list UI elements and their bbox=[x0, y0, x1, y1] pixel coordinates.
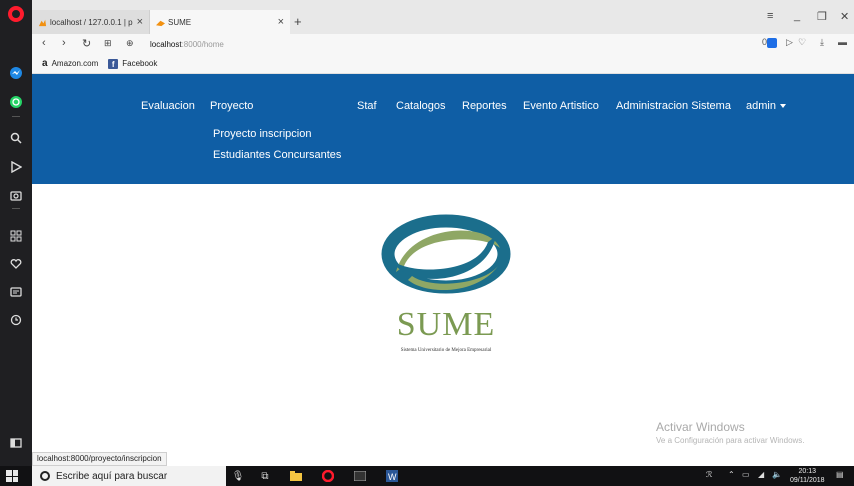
status-url: localhost:8000/proyecto/inscripcion bbox=[32, 452, 167, 466]
reload-icon[interactable]: ↻ bbox=[82, 37, 91, 50]
main-content: SUME Sistema Universitario de Mejora Emp… bbox=[32, 184, 854, 450]
network-icon[interactable]: ◢ bbox=[758, 470, 764, 479]
dropdown-proyecto-inscripcion[interactable]: Proyecto inscripcion bbox=[213, 128, 311, 140]
tab-label: SUME bbox=[168, 17, 192, 27]
vpn-badge[interactable]: 0 bbox=[762, 37, 778, 48]
activate-windows-title: Activar Windows bbox=[656, 420, 745, 434]
task-view-icon[interactable]: ⧉ bbox=[258, 470, 272, 482]
messenger-icon[interactable] bbox=[6, 63, 26, 83]
forward-icon[interactable]: › bbox=[62, 37, 66, 49]
tab-phpmyadmin[interactable]: localhost / 127.0.0.1 | php × bbox=[32, 10, 150, 34]
opera-logo-icon[interactable] bbox=[6, 4, 26, 24]
nav-evento-artistico[interactable]: Evento Artistico bbox=[523, 100, 599, 112]
search-placeholder: Escribe aquí para buscar bbox=[56, 470, 168, 482]
url-field[interactable]: localhost:8000/home bbox=[150, 36, 780, 52]
bookmark-amazon[interactable]: a Amazon.com bbox=[42, 58, 98, 69]
nav-user-menu[interactable]: admin bbox=[746, 100, 786, 112]
send-icon[interactable]: ▷ bbox=[786, 37, 793, 48]
windows-taskbar: Escribe aquí para buscar 🎙 ⧉ W ℛ ⌃ ▭ ◢ 🔈… bbox=[0, 466, 854, 486]
snapshot-icon[interactable] bbox=[6, 185, 26, 205]
activate-windows-subtitle: Ve a Configuración para activar Windows. bbox=[656, 436, 805, 445]
close-window-icon[interactable]: ✕ bbox=[840, 10, 849, 23]
whatsapp-icon[interactable] bbox=[6, 92, 26, 112]
download-icon[interactable]: ⤓ bbox=[820, 37, 824, 48]
logo-subtitle: Sistema Universitario de Mejora Empresar… bbox=[400, 348, 492, 353]
vpn-icon bbox=[767, 37, 778, 48]
nav-catalogos[interactable]: Catalogos bbox=[396, 100, 446, 112]
taskbar-clock[interactable]: 20:13 09/11/2018 bbox=[790, 467, 825, 485]
url-host: localhost bbox=[150, 39, 182, 49]
nav-reportes[interactable]: Reportes bbox=[462, 100, 507, 112]
speed-dial-icon[interactable] bbox=[6, 226, 26, 246]
new-tab-icon[interactable]: + bbox=[294, 14, 302, 29]
clock-time: 20:13 bbox=[798, 468, 817, 475]
restore-icon[interactable]: ❐ bbox=[817, 10, 827, 23]
heart-icon[interactable] bbox=[6, 254, 26, 274]
nav-evaluacion[interactable]: Evaluacion bbox=[141, 100, 195, 112]
terminal-icon[interactable] bbox=[354, 470, 366, 482]
tray-chevron-icon[interactable]: ⌃ bbox=[728, 470, 735, 479]
opera-taskbar-icon[interactable] bbox=[322, 470, 334, 482]
bookmark-heart-icon[interactable]: ♡ bbox=[798, 37, 806, 48]
battery-icon[interactable]: ▬ bbox=[838, 37, 847, 47]
phpmyadmin-icon bbox=[38, 19, 47, 26]
sume-favicon bbox=[156, 20, 165, 26]
back-icon[interactable]: ‹ bbox=[42, 37, 46, 49]
tab-menu-icon[interactable]: ≡ bbox=[767, 10, 773, 22]
address-bar: ‹ › ↻ ⊞ ⊕ localhost:8000/home 0 ▷ ♡ ⤓ ▬ bbox=[32, 34, 854, 54]
microphone-icon[interactable]: 🎙 bbox=[232, 470, 245, 482]
cortana-icon bbox=[40, 471, 50, 481]
dropdown-estudiantes-concursantes[interactable]: Estudiantes Concursantes bbox=[213, 149, 341, 161]
svg-text:W: W bbox=[388, 472, 397, 482]
nav-proyecto[interactable]: Proyecto bbox=[210, 100, 253, 112]
history-icon[interactable] bbox=[6, 310, 26, 330]
facebook-icon: f bbox=[108, 58, 119, 69]
speed-dial-button-icon[interactable]: ⊞ bbox=[104, 38, 112, 49]
close-icon[interactable]: × bbox=[278, 16, 284, 28]
user-name: admin bbox=[746, 100, 776, 112]
sume-logo-mark bbox=[381, 214, 511, 294]
word-icon[interactable]: W bbox=[386, 470, 398, 482]
close-icon[interactable]: × bbox=[137, 16, 143, 28]
tab-sume[interactable]: SUME × bbox=[150, 10, 290, 34]
minimize-icon[interactable]: _ bbox=[794, 10, 800, 22]
tab-label: localhost / 127.0.0.1 | php bbox=[50, 17, 133, 27]
people-icon[interactable]: ℛ bbox=[706, 470, 712, 479]
taskbar-search[interactable]: Escribe aquí para buscar bbox=[32, 466, 226, 486]
sume-logo: SUME Sistema Universitario de Mejora Emp… bbox=[368, 214, 524, 372]
windows-start-icon[interactable] bbox=[6, 470, 18, 482]
notifications-icon[interactable]: ▤ bbox=[836, 470, 844, 479]
search-icon[interactable] bbox=[6, 128, 26, 148]
news-icon[interactable] bbox=[6, 282, 26, 302]
opera-sidebar bbox=[0, 0, 32, 466]
nav-staf[interactable]: Staf bbox=[357, 100, 377, 112]
volume-icon[interactable]: 🔈 bbox=[772, 470, 782, 479]
logo-wordmark: SUME bbox=[396, 306, 496, 343]
bookmark-label: Amazon.com bbox=[51, 59, 99, 68]
clock-date: 09/11/2018 bbox=[790, 477, 825, 484]
url-path: :8000/home bbox=[181, 39, 224, 49]
site-navbar: Evaluacion Proyecto Staf Catalogos Repor… bbox=[32, 74, 854, 184]
globe-icon: ⊕ bbox=[126, 38, 134, 48]
tab-bar: localhost / 127.0.0.1 | php × SUME × + ≡… bbox=[32, 0, 854, 34]
bookmarks-bar: a Amazon.com f Facebook bbox=[32, 54, 854, 74]
nav-administracion-sistema[interactable]: Administracion Sistema bbox=[616, 100, 731, 112]
flow-icon[interactable] bbox=[6, 157, 26, 177]
bookmark-label: Facebook bbox=[122, 59, 158, 68]
sidebar-toggle-icon[interactable] bbox=[6, 433, 26, 453]
bookmark-facebook[interactable]: f Facebook bbox=[108, 58, 158, 69]
battery-tray-icon[interactable]: ▭ bbox=[742, 470, 750, 479]
caret-down-icon bbox=[779, 104, 786, 109]
amazon-icon: a bbox=[42, 58, 48, 69]
file-explorer-icon[interactable] bbox=[290, 470, 302, 482]
